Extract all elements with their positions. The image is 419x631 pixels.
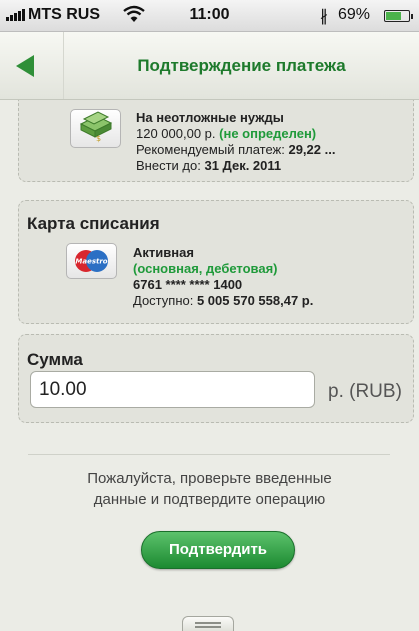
recommended-value: 29,22 ... xyxy=(288,142,336,157)
page-title: Подтверждение платежа xyxy=(137,56,346,75)
deadline-label: Внести до: xyxy=(136,158,201,173)
goal-details: На неотложные нужды 120 000,00 р. (не оп… xyxy=(136,110,335,174)
svg-text:Maestro: Maestro xyxy=(75,258,107,266)
amount-input[interactable] xyxy=(30,371,315,408)
back-button[interactable] xyxy=(0,32,64,99)
goal-panel: $ На неотложные нужды 120 000,00 р. (не … xyxy=(18,100,414,182)
available-label: Доступно: xyxy=(133,293,194,308)
confirm-button[interactable]: Подтвердить xyxy=(141,531,295,569)
goal-amount: 120 000,00 р. xyxy=(136,126,216,141)
battery-icon xyxy=(384,10,413,22)
goal-name: На неотложные нужды xyxy=(136,110,284,125)
bluetooth-icon: ∦ xyxy=(320,8,328,25)
available-value: 5 005 570 558,47 р. xyxy=(196,293,314,308)
back-arrow-icon xyxy=(16,55,34,77)
bottom-drawer-handle[interactable] xyxy=(182,616,234,631)
battery-percentage: 69% xyxy=(338,6,371,23)
goal-status: (не определен) xyxy=(219,126,317,141)
amount-section-title: Сумма xyxy=(27,350,83,369)
card-details: Активная (основная, дебетовая) 6761 ****… xyxy=(133,245,313,309)
currency-label: р. (RUB) xyxy=(328,381,402,402)
notice-line-2: данные и подтвердите операцию xyxy=(93,491,326,508)
status-bar: MTS RUS 11:00 ∦ 69% xyxy=(0,0,419,32)
maestro-card-icon: Maestro xyxy=(66,243,117,279)
card-section-title: Карта списания xyxy=(27,214,160,233)
card-state: Активная xyxy=(133,245,194,260)
notice-line-1: Пожалуйста, проверьте введенные xyxy=(87,470,332,487)
svg-text:$: $ xyxy=(96,134,101,143)
navigation-bar: Подтверждение платежа xyxy=(0,32,419,100)
card-number: 6761 **** **** 1400 xyxy=(133,277,243,292)
money-stack-icon: $ xyxy=(70,109,121,148)
divider xyxy=(28,454,390,455)
card-type: (основная, дебетовая) xyxy=(133,261,278,276)
deadline-value: 31 Дек. 2011 xyxy=(204,158,282,173)
card-panel[interactable]: Карта списания Maestro Активная (основна… xyxy=(18,200,414,324)
confirmation-notice: Пожалуйста, проверьте введенные данные и… xyxy=(0,468,419,510)
recommended-label: Рекомендуемый платеж: xyxy=(136,142,285,157)
